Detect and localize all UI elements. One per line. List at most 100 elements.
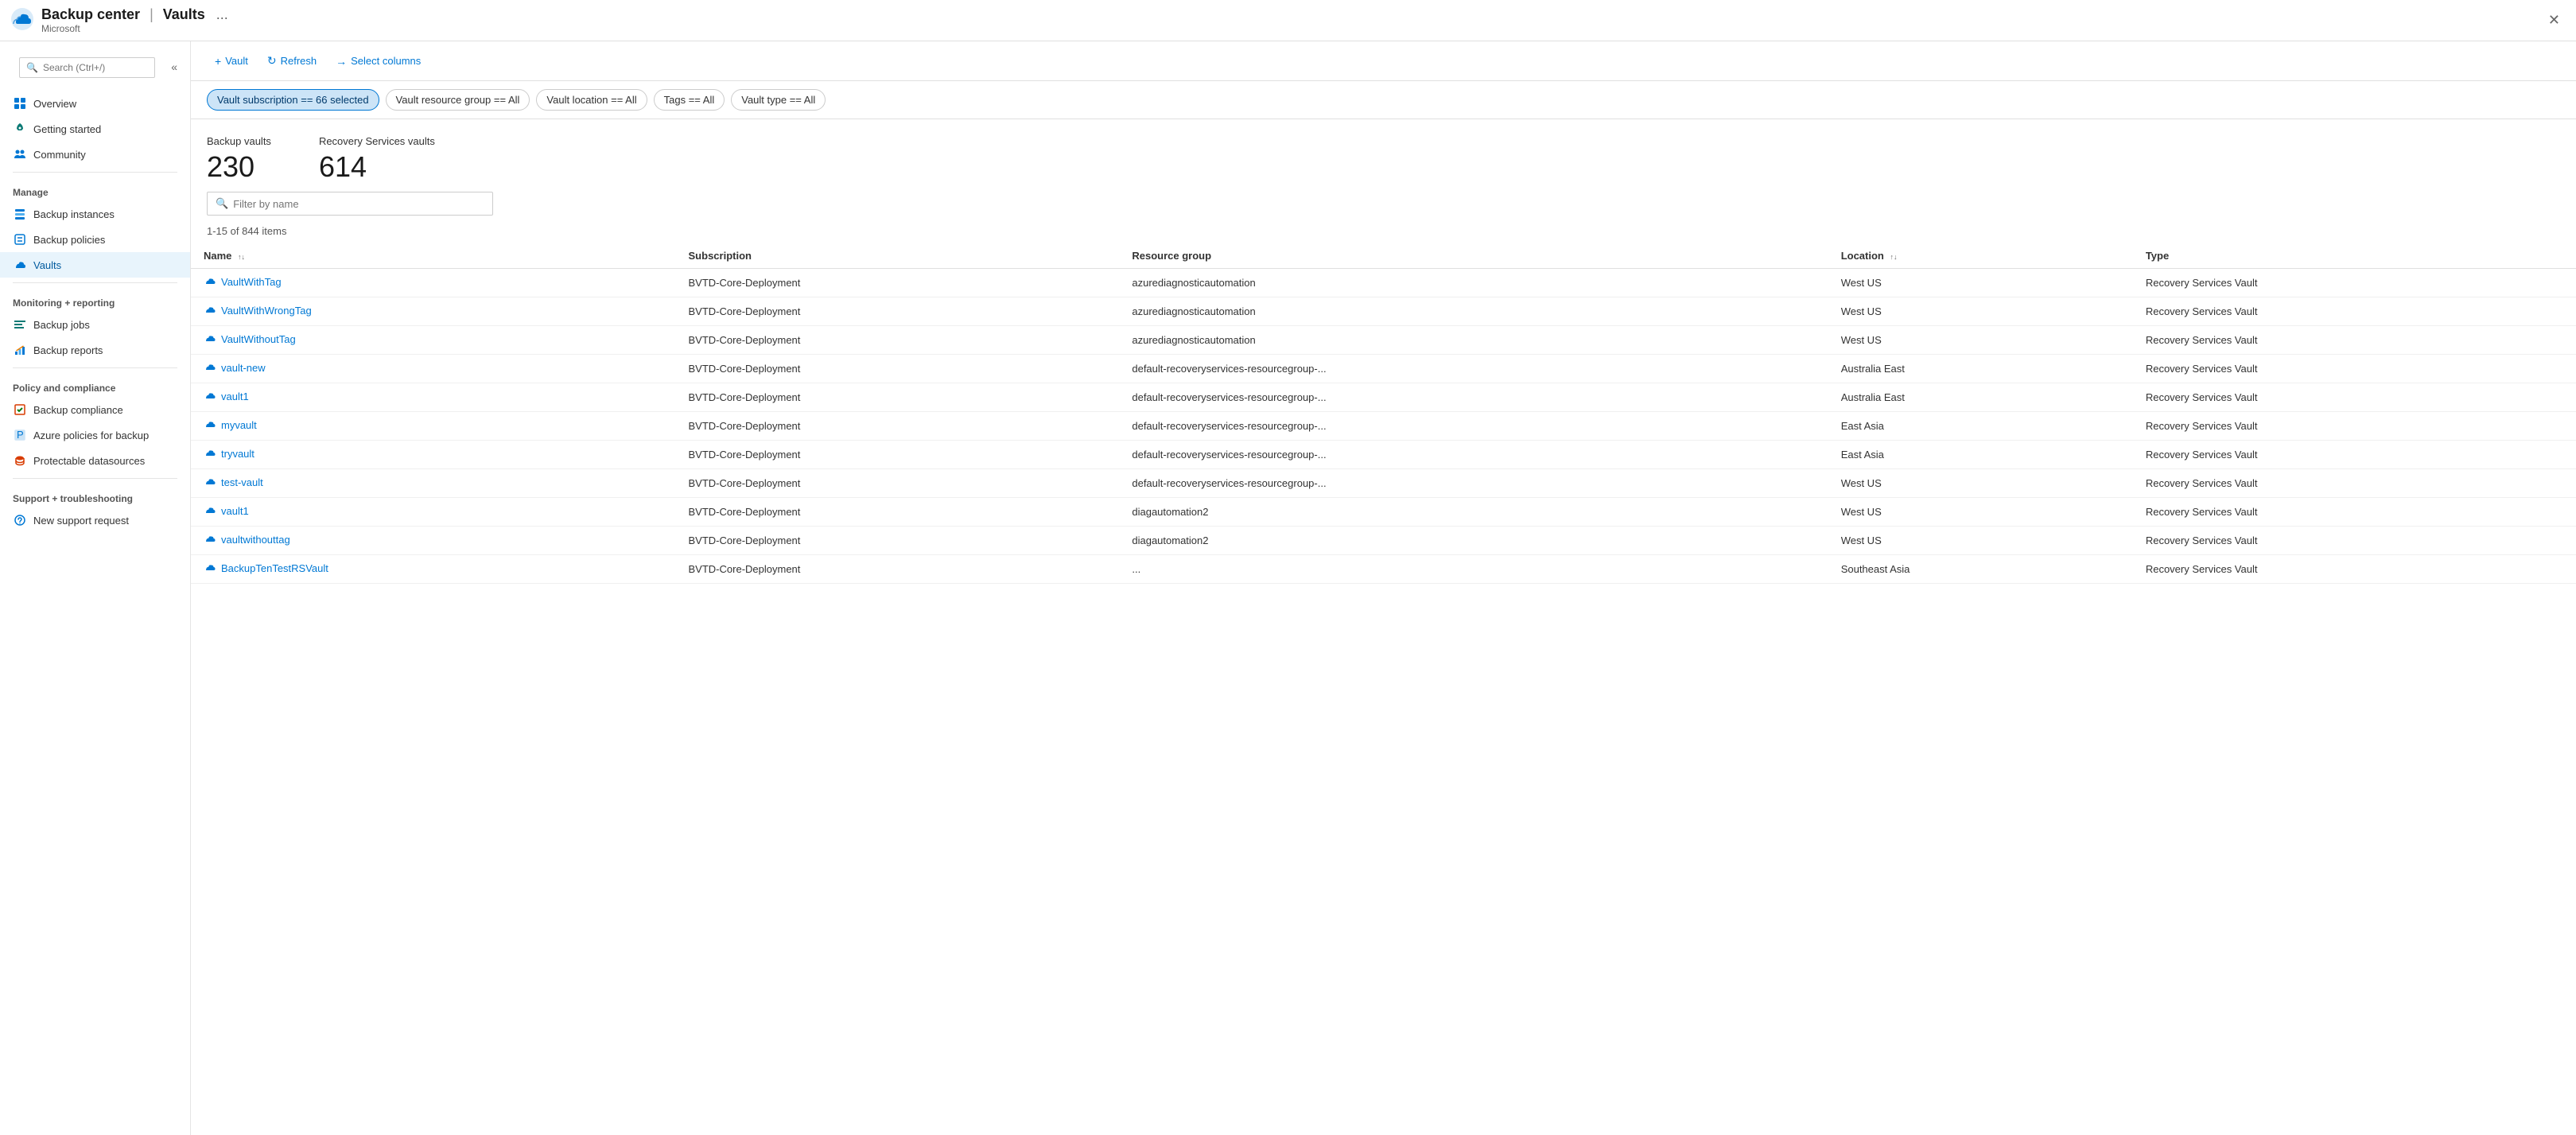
- cell-type-0: Recovery Services Vault: [2133, 269, 2576, 297]
- vault-row-icon: [204, 390, 216, 402]
- instances-icon: [13, 207, 27, 221]
- table-wrapper[interactable]: Name ↑↓ Subscription Resource group Loca…: [191, 243, 2576, 1135]
- sidebar-item-community[interactable]: Community: [0, 142, 190, 167]
- sidebar-item-vaults[interactable]: Vaults: [0, 252, 190, 278]
- cell-type-3: Recovery Services Vault: [2133, 355, 2576, 383]
- cell-resource-group-8: diagautomation2: [1119, 498, 1828, 527]
- sidebar-item-getting-started[interactable]: Getting started: [0, 116, 190, 142]
- cell-resource-group-10: ...: [1119, 555, 1828, 584]
- cell-subscription-6: BVTD-Core-Deployment: [676, 441, 1120, 469]
- sidebar-divider-monitoring: [13, 282, 177, 283]
- cell-subscription-3: BVTD-Core-Deployment: [676, 355, 1120, 383]
- stat-recovery-vaults: Recovery Services vaults 614: [319, 135, 435, 184]
- sort-location-icon[interactable]: ↑↓: [1890, 253, 1897, 261]
- sidebar-label-overview: Overview: [33, 98, 76, 110]
- sidebar-item-backup-jobs[interactable]: Backup jobs: [0, 312, 190, 337]
- table-row[interactable]: vaultwithouttag BVTD-Core-Deployment dia…: [191, 527, 2576, 555]
- cell-type-9: Recovery Services Vault: [2133, 527, 2576, 555]
- table-row[interactable]: VaultWithTag BVTD-Core-Deployment azured…: [191, 269, 2576, 297]
- arrow-icon: →: [336, 55, 347, 68]
- sidebar-item-backup-instances[interactable]: Backup instances: [0, 201, 190, 227]
- col-name[interactable]: Name ↑↓: [191, 243, 676, 269]
- app-subtitle: Microsoft: [41, 23, 233, 34]
- cell-subscription-1: BVTD-Core-Deployment: [676, 297, 1120, 326]
- vault-row-icon: [204, 447, 216, 460]
- sidebar-label-backup-instances: Backup instances: [33, 208, 115, 220]
- sort-name-icon[interactable]: ↑↓: [238, 253, 245, 261]
- table-row[interactable]: vault-new BVTD-Core-Deployment default-r…: [191, 355, 2576, 383]
- cell-location-3: Australia East: [1828, 355, 2133, 383]
- cell-name-4[interactable]: vault1: [191, 383, 676, 412]
- cell-subscription-7: BVTD-Core-Deployment: [676, 469, 1120, 498]
- cell-name-0[interactable]: VaultWithTag: [191, 269, 676, 297]
- cell-subscription-8: BVTD-Core-Deployment: [676, 498, 1120, 527]
- vault-row-icon: [204, 562, 216, 574]
- filter-name-input[interactable]: [233, 198, 484, 210]
- compliance-icon: [13, 402, 27, 417]
- sidebar-item-protectable-datasources[interactable]: Protectable datasources: [0, 448, 190, 473]
- sidebar-item-backup-compliance[interactable]: Backup compliance: [0, 397, 190, 422]
- cell-name-6[interactable]: tryvault: [191, 441, 676, 469]
- filter-resource-group[interactable]: Vault resource group == All: [386, 89, 530, 111]
- cell-name-9[interactable]: vaultwithouttag: [191, 527, 676, 555]
- stats-section: Backup vaults 230 Recovery Services vaul…: [191, 119, 2576, 192]
- rocket-icon: [13, 122, 27, 136]
- sidebar-item-overview[interactable]: Overview: [0, 91, 190, 116]
- cell-subscription-9: BVTD-Core-Deployment: [676, 527, 1120, 555]
- table-row[interactable]: VaultWithWrongTag BVTD-Core-Deployment a…: [191, 297, 2576, 326]
- search-input[interactable]: [43, 62, 148, 73]
- vault-button[interactable]: + Vault: [207, 50, 256, 72]
- sidebar-item-azure-policies[interactable]: P Azure policies for backup: [0, 422, 190, 448]
- vault-row-icon: [204, 332, 216, 345]
- cell-name-1[interactable]: VaultWithWrongTag: [191, 297, 676, 326]
- table-row[interactable]: myvault BVTD-Core-Deployment default-rec…: [191, 412, 2576, 441]
- vault-row-icon: [204, 533, 216, 546]
- sidebar-item-backup-reports[interactable]: Backup reports: [0, 337, 190, 363]
- reports-icon: [13, 343, 27, 357]
- azure-policy-icon: P: [13, 428, 27, 442]
- filter-subscription[interactable]: Vault subscription == 66 selected: [207, 89, 379, 111]
- refresh-button[interactable]: ↻ Refresh: [259, 49, 324, 72]
- cell-name-7[interactable]: test-vault: [191, 469, 676, 498]
- cell-location-1: West US: [1828, 297, 2133, 326]
- col-location[interactable]: Location ↑↓: [1828, 243, 2133, 269]
- sidebar-item-new-support[interactable]: New support request: [0, 507, 190, 533]
- table-row[interactable]: vault1 BVTD-Core-Deployment default-reco…: [191, 383, 2576, 412]
- cell-location-10: Southeast Asia: [1828, 555, 2133, 584]
- sidebar-item-backup-policies[interactable]: Backup policies: [0, 227, 190, 252]
- cell-subscription-5: BVTD-Core-Deployment: [676, 412, 1120, 441]
- sidebar-label-community: Community: [33, 149, 86, 161]
- filter-vault-type[interactable]: Vault type == All: [731, 89, 826, 111]
- cell-name-8[interactable]: vault1: [191, 498, 676, 527]
- section-policy: Policy and compliance: [0, 373, 190, 397]
- refresh-icon: ↻: [267, 54, 277, 68]
- table-row[interactable]: vault1 BVTD-Core-Deployment diagautomati…: [191, 498, 2576, 527]
- cell-name-5[interactable]: myvault: [191, 412, 676, 441]
- table-row[interactable]: tryvault BVTD-Core-Deployment default-re…: [191, 441, 2576, 469]
- sidebar-label-new-support: New support request: [33, 515, 129, 527]
- collapse-button[interactable]: «: [168, 57, 181, 76]
- sidebar-search[interactable]: 🔍: [19, 57, 155, 78]
- filter-location[interactable]: Vault location == All: [536, 89, 647, 111]
- close-button[interactable]: ✕: [2542, 9, 2566, 32]
- stat-backup-vaults: Backup vaults 230: [207, 135, 271, 184]
- cell-type-5: Recovery Services Vault: [2133, 412, 2576, 441]
- cell-name-2[interactable]: VaultWithoutTag: [191, 326, 676, 355]
- cell-name-3[interactable]: vault-new: [191, 355, 676, 383]
- datasources-icon: [13, 453, 27, 468]
- sidebar-divider-support: [13, 478, 177, 479]
- table-row[interactable]: VaultWithoutTag BVTD-Core-Deployment azu…: [191, 326, 2576, 355]
- table-row[interactable]: test-vault BVTD-Core-Deployment default-…: [191, 469, 2576, 498]
- sidebar-divider-policy: [13, 367, 177, 368]
- select-columns-button[interactable]: → Select columns: [328, 50, 429, 72]
- cell-resource-group-1: azurediagnosticautomation: [1119, 297, 1828, 326]
- table-row[interactable]: BackupTenTestRSVault BVTD-Core-Deploymen…: [191, 555, 2576, 584]
- cell-resource-group-5: default-recoveryservices-resourcegroup-.…: [1119, 412, 1828, 441]
- vault-row-icon: [204, 476, 216, 488]
- filter-tags[interactable]: Tags == All: [654, 89, 725, 111]
- vault-row-icon: [204, 418, 216, 431]
- filter-search[interactable]: 🔍: [207, 192, 493, 216]
- more-options-icon[interactable]: ...: [212, 6, 233, 23]
- cell-location-6: East Asia: [1828, 441, 2133, 469]
- cell-name-10[interactable]: BackupTenTestRSVault: [191, 555, 676, 584]
